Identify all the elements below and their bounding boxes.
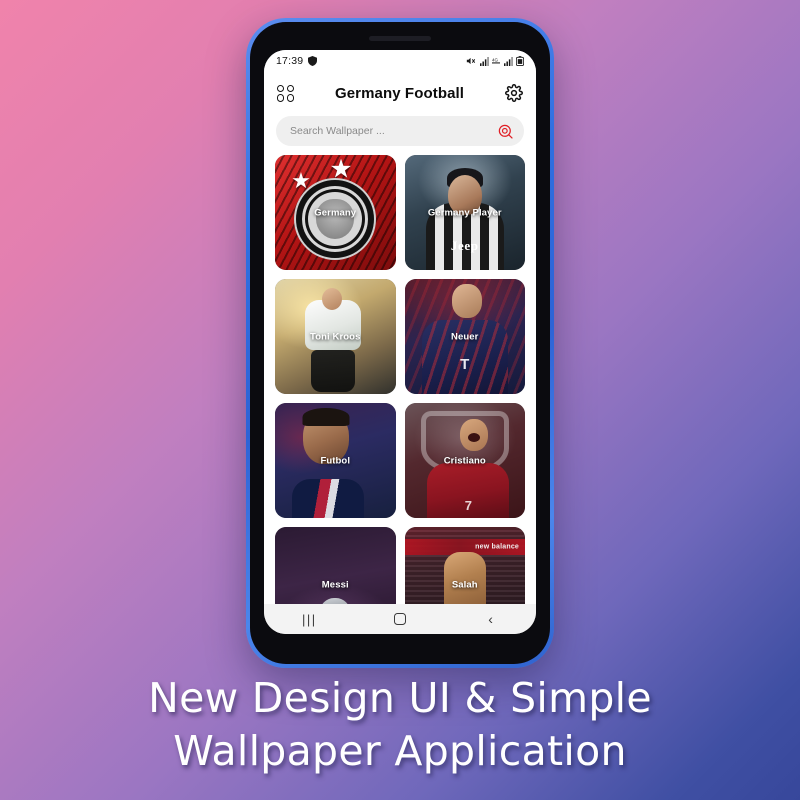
- wallpaper-grid-scroll[interactable]: Germany Jeep Germany Player Toni Kroos T…: [264, 155, 536, 604]
- svg-text:4G: 4G: [492, 57, 498, 62]
- status-bar-right: 4G: [466, 56, 524, 66]
- wallpaper-card[interactable]: new balance Salah: [404, 527, 525, 604]
- wallpaper-card[interactable]: Jeep Germany Player: [404, 155, 525, 270]
- promo-caption: New Design UI & Simple Wallpaper Applica…: [0, 672, 800, 778]
- figure-shape: [320, 598, 351, 604]
- banner-text: new balance: [475, 543, 519, 551]
- app-bar: Germany Football: [264, 72, 536, 114]
- status-bar-clock: 17:39: [276, 55, 304, 67]
- status-bar-left: 17:39: [276, 55, 318, 67]
- phone-mockup: 17:39 4G Germany Football Search Wallpap…: [246, 18, 554, 668]
- mute-icon: [466, 56, 476, 66]
- mouth-shape: [468, 432, 481, 442]
- wallpaper-grid: Germany Jeep Germany Player Toni Kroos T…: [275, 155, 525, 604]
- jersey-shape: [292, 478, 365, 518]
- search-input[interactable]: [290, 125, 498, 137]
- head-shape: [321, 288, 342, 311]
- jersey-sponsor-text: T: [460, 356, 470, 374]
- battery-icon: [516, 56, 524, 66]
- jersey-sponsor-text: Jeep: [450, 237, 479, 253]
- wallpaper-label: Cristiano: [443, 455, 486, 466]
- android-nav-bar: ||| ‹: [264, 604, 536, 634]
- wallpaper-card[interactable]: T Neuer: [404, 279, 525, 394]
- status-bar: 17:39 4G: [264, 50, 536, 72]
- shield-icon: [308, 56, 318, 66]
- wallpaper-card[interactable]: 7 Cristiano: [404, 403, 525, 518]
- wallpaper-label: Germany: [314, 207, 357, 218]
- wallpaper-card[interactable]: Futbol: [275, 403, 396, 518]
- wallpaper-label: Futbol: [320, 455, 351, 466]
- hair-shape: [302, 407, 350, 426]
- recents-icon: |||: [302, 611, 317, 627]
- dfb-crest: [296, 180, 375, 259]
- phone-screen: 17:39 4G Germany Football Search Wallpap…: [264, 50, 536, 634]
- head-shape: [452, 283, 483, 318]
- search-zone: [264, 114, 536, 155]
- home-button[interactable]: [380, 608, 420, 630]
- wallpaper-thumbnail-messi: [275, 527, 396, 604]
- recents-button[interactable]: |||: [289, 608, 329, 630]
- wallpaper-card[interactable]: Toni Kroos: [275, 279, 396, 394]
- signal2-icon: [503, 56, 513, 66]
- jersey-number: 7: [464, 498, 472, 514]
- signal-icon: [479, 56, 489, 66]
- wallpaper-card[interactable]: Germany: [275, 155, 396, 270]
- network-icon: 4G: [492, 57, 500, 66]
- wallpaper-label: Germany Player: [427, 207, 502, 218]
- search-icon[interactable]: [498, 124, 513, 139]
- wallpaper-label: Messi: [321, 579, 349, 590]
- back-button[interactable]: ‹: [471, 608, 511, 630]
- caption-line-2: Wallpaper Application: [173, 727, 627, 775]
- wallpaper-thumbnail-salah: new balance: [404, 527, 525, 604]
- wallpaper-label: Salah: [451, 579, 478, 590]
- legs-shape: [310, 350, 355, 393]
- gear-icon[interactable]: [505, 84, 523, 102]
- wallpaper-label: Toni Kroos: [310, 331, 361, 342]
- earpiece-speaker: [369, 36, 431, 41]
- grid-menu-icon[interactable]: [277, 84, 294, 102]
- back-icon: ‹: [488, 611, 493, 627]
- caption-line-1: New Design UI & Simple: [148, 674, 652, 722]
- search-bar[interactable]: [276, 116, 524, 146]
- page-title: Germany Football: [334, 84, 465, 102]
- phone-frame: 17:39 4G Germany Football Search Wallpap…: [250, 22, 550, 664]
- wallpaper-label: Neuer: [451, 331, 479, 342]
- home-icon: [393, 613, 406, 625]
- wallpaper-card[interactable]: Messi: [275, 527, 396, 604]
